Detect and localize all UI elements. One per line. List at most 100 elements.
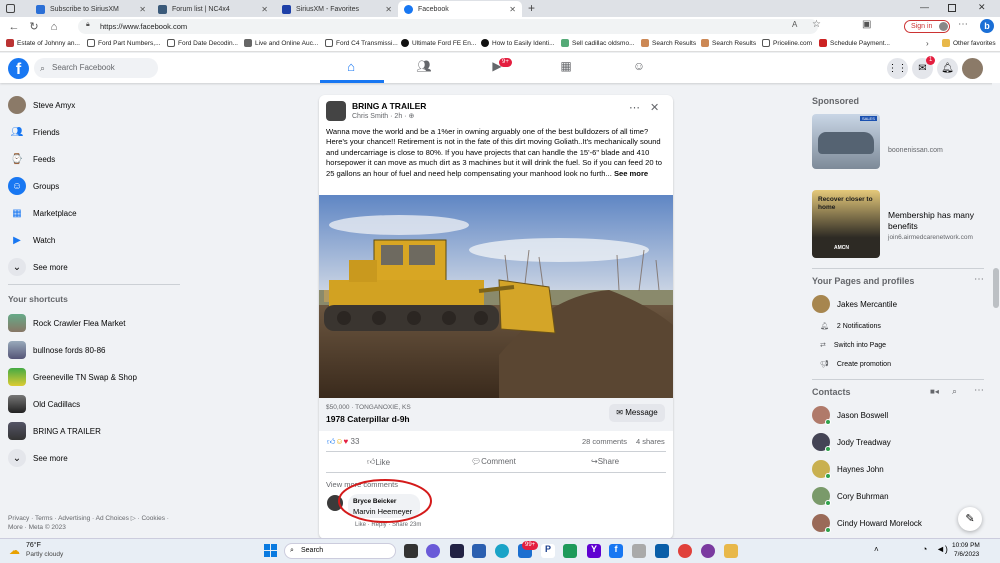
- edge-icon[interactable]: [495, 544, 509, 558]
- weather-icon[interactable]: ☁: [9, 544, 20, 557]
- facebook-search-input[interactable]: Search Facebook ⌕: [34, 58, 158, 78]
- notifications-bell-icon[interactable]: 🔔︎: [937, 58, 958, 79]
- sidebar-item-friends[interactable]: 👥︎ Friends: [8, 123, 60, 141]
- settings-more-icon[interactable]: ⋯: [958, 19, 968, 30]
- clock-date[interactable]: 7/6/2023: [954, 551, 979, 558]
- post-author[interactable]: Chris Smith: [352, 113, 388, 120]
- post-group-name[interactable]: BRING A TRAILER: [352, 101, 426, 111]
- favorite-link[interactable]: Sell cadillac oldsmo...: [561, 39, 635, 47]
- comment-button[interactable]: 💬︎ Comment: [471, 457, 516, 466]
- store-icon[interactable]: [472, 544, 486, 558]
- weather-desc[interactable]: Partly cloudy: [26, 551, 63, 558]
- message-button[interactable]: ✉ Message: [609, 404, 665, 422]
- volume-icon[interactable]: ◄): [936, 544, 948, 554]
- favorite-link[interactable]: Schedule Payment...: [819, 39, 890, 47]
- weather-temp[interactable]: 76°F: [26, 542, 41, 549]
- app-icon[interactable]: [450, 544, 464, 558]
- bing-icon[interactable]: b: [980, 19, 994, 33]
- other-favorites[interactable]: Other favorites: [942, 39, 996, 47]
- close-tab-icon[interactable]: ✕: [385, 5, 392, 14]
- app-icon[interactable]: [701, 544, 715, 558]
- home-nav-icon[interactable]: ⌂: [342, 59, 360, 77]
- marketplace-nav-icon[interactable]: ▦: [557, 59, 575, 77]
- home-icon[interactable]: ⌂: [44, 21, 64, 33]
- shortcut-item[interactable]: BRING A TRAILER: [8, 422, 101, 440]
- tray-chevron-icon[interactable]: ˄: [874, 545, 879, 554]
- page-scrollbar[interactable]: [992, 83, 1000, 538]
- like-button[interactable]: 👍︎ Like: [367, 457, 390, 467]
- favorite-star-icon[interactable]: ☆: [812, 19, 821, 30]
- page-notifications[interactable]: 🔔︎ 2 Notifications: [820, 322, 881, 331]
- close-tab-icon[interactable]: ✕: [261, 5, 268, 14]
- taskbar-search[interactable]: ⌕ Search: [284, 543, 396, 559]
- share-count[interactable]: 4 shares: [636, 437, 665, 446]
- app-icon[interactable]: [655, 544, 669, 558]
- read-aloud-icon[interactable]: A: [792, 20, 797, 29]
- shortcuts-see-more[interactable]: ⌄ See more: [8, 449, 68, 467]
- favorite-link[interactable]: Ultimate Ford FE En...: [401, 39, 476, 47]
- new-tab-icon[interactable]: +: [528, 1, 535, 15]
- clock-time[interactable]: 10:09 PM: [952, 542, 980, 549]
- share-button[interactable]: ↪ Share: [591, 457, 619, 466]
- video-call-icon[interactable]: ■◂: [930, 387, 939, 396]
- lock-icon[interactable]: 🔒︎: [86, 21, 90, 29]
- shortcut-item[interactable]: Rock Crawler Flea Market: [8, 314, 125, 332]
- menu-grid-icon[interactable]: ⋮⋮: [887, 58, 908, 79]
- contact-item[interactable]: Haynes John: [812, 460, 884, 479]
- chevron-right-icon[interactable]: ›: [926, 39, 929, 48]
- group-avatar[interactable]: [326, 101, 346, 121]
- task-view-icon[interactable]: [404, 544, 418, 558]
- pages-options-icon[interactable]: ⋯: [974, 274, 984, 285]
- contact-item[interactable]: Jody Treadway: [812, 433, 891, 452]
- sidebar-item-profile[interactable]: Steve Amyx: [8, 96, 75, 114]
- chat-icon[interactable]: [426, 544, 440, 558]
- favorite-link[interactable]: How to Easily Identi...: [481, 39, 555, 47]
- chrome-icon[interactable]: [678, 544, 692, 558]
- tab-actions-icon[interactable]: [6, 4, 15, 13]
- contact-item[interactable]: Cory Buhrman: [812, 487, 889, 506]
- groups-nav-icon[interactable]: ☺: [630, 59, 648, 77]
- create-promotion[interactable]: 📢︎ Create promotion: [820, 360, 891, 369]
- footer-links[interactable]: Privacy · Terms · Advertising · Ad Choic…: [8, 514, 183, 532]
- app-icon[interactable]: [563, 544, 577, 558]
- marketplace-listing[interactable]: $50,000 · TONGANOXIE, KS 1978 Caterpilla…: [319, 398, 673, 431]
- browser-tab[interactable]: Forum list | NC4x4 ✕: [152, 1, 274, 17]
- favorite-link[interactable]: Live and Online Auc...: [244, 39, 318, 47]
- browser-tab[interactable]: Subscribe to SiriusXM ✕: [30, 1, 152, 17]
- start-button[interactable]: [264, 544, 277, 557]
- favorite-link[interactable]: Search Results: [701, 39, 756, 47]
- browser-tab-active[interactable]: Facebook ✕: [398, 1, 522, 17]
- account-avatar[interactable]: [962, 58, 983, 79]
- favorite-link[interactable]: Ford C4 Transmissi...: [325, 39, 398, 47]
- network-icon[interactable]: ◔: [922, 544, 927, 554]
- url-field[interactable]: https://www.facebook.com: [78, 19, 818, 34]
- post-photo[interactable]: [319, 195, 673, 398]
- scrollbar-thumb[interactable]: [993, 268, 999, 308]
- refresh-icon[interactable]: ↻: [24, 20, 44, 33]
- sidebar-see-more[interactable]: ⌄ See more: [8, 258, 68, 276]
- see-more-link[interactable]: See more: [614, 169, 648, 178]
- comment-count[interactable]: 28 comments: [582, 437, 627, 446]
- sponsored-ad[interactable]: SALES boonenissan.com: [812, 114, 992, 174]
- switch-into-page[interactable]: ⇄ Switch into Page: [820, 341, 886, 350]
- favorite-link[interactable]: Search Results: [641, 39, 696, 47]
- close-window-icon[interactable]: ✕: [978, 2, 986, 13]
- post-time[interactable]: 2h: [394, 113, 402, 120]
- maximize-icon[interactable]: [948, 4, 956, 12]
- shortcut-item[interactable]: bullnose fords 80-86: [8, 341, 106, 359]
- contacts-options-icon[interactable]: ⋯: [974, 385, 984, 396]
- collections-icon[interactable]: ▣: [862, 19, 871, 30]
- minimize-icon[interactable]: —: [920, 2, 929, 12]
- favorite-link[interactable]: Ford Date Decodin...: [167, 39, 238, 47]
- back-icon[interactable]: ←: [4, 21, 24, 33]
- facebook-logo-icon[interactable]: f: [8, 58, 29, 79]
- favorite-link[interactable]: Ford Part Numbers,...: [87, 39, 161, 47]
- contact-item[interactable]: Jason Boswell: [812, 406, 888, 425]
- sidebar-item-watch[interactable]: ▶ Watch: [8, 231, 55, 249]
- sidebar-item-marketplace[interactable]: ▦ Marketplace: [8, 204, 76, 222]
- sign-in-button[interactable]: Sign in: [904, 20, 950, 33]
- favorite-link[interactable]: Priceline.com: [762, 39, 812, 47]
- close-tab-icon[interactable]: ✕: [139, 5, 146, 14]
- close-tab-icon[interactable]: ✕: [509, 5, 516, 14]
- favorite-link[interactable]: Estate of Johnny an...: [6, 39, 80, 47]
